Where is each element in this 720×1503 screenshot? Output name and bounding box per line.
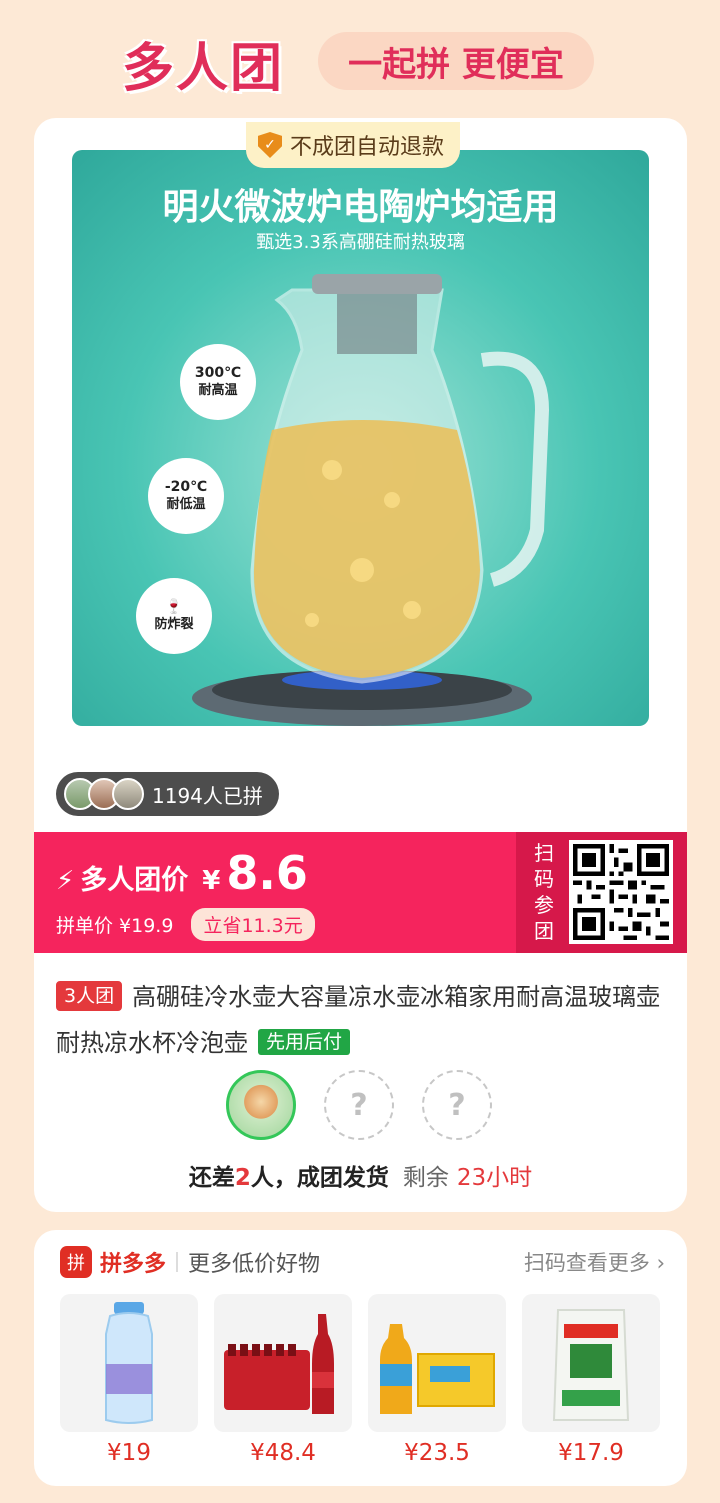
empty-slot[interactable]: ? — [324, 1070, 394, 1140]
product-item-water[interactable]: ¥19 — [60, 1294, 198, 1466]
group-status: 还差2人，成团发货 剩余 23小时 — [34, 1158, 687, 1192]
wineglass-icon: 🍷 — [165, 599, 183, 615]
price-banner: ⚡ 多人团价 ¥ 8.6 拼单价 ¥19.9 立省11.3元 扫码参团 — [34, 832, 687, 953]
divider — [176, 1252, 179, 1272]
group-price-label: 多人团价 — [80, 865, 189, 896]
feature-symbol: -20℃ — [164, 479, 208, 495]
product-price: ¥19 — [107, 1440, 151, 1466]
more-products-card: 拼 拼多多 更多低价好物 扫码查看更多 › ¥19 ¥48.4 ¥23.5 ¥1… — [34, 1230, 687, 1486]
remain-time: 23小时 — [456, 1165, 533, 1191]
lightning-icon: ⚡ — [56, 866, 75, 896]
qr-code-icon[interactable] — [569, 840, 673, 944]
currency-symbol: ¥ — [202, 866, 221, 896]
pay-later-tag: 先用后付 — [258, 1029, 351, 1055]
group-buy-card: ✓ 不成团自动退款 明火微波炉电陶炉均适用 甄选3.3系高硼硅耐热玻璃 300℃… — [34, 118, 687, 1212]
participant-slots: ? ? — [226, 1070, 492, 1140]
product-price: ¥48.4 — [250, 1440, 316, 1466]
product-item-iced-tea[interactable]: ¥23.5 — [368, 1294, 506, 1466]
shield-check-icon: ✓ — [258, 132, 282, 158]
product-list: ¥19 ¥48.4 ¥23.5 ¥17.9 — [60, 1294, 660, 1466]
feature-label: 耐高温 — [198, 383, 238, 398]
feature-shatterproof: 🍷 防炸裂 — [136, 578, 212, 654]
feature-label: 防炸裂 — [154, 617, 194, 632]
feature-cold-resistant: -20℃ 耐低温 — [148, 458, 224, 534]
product-thumbnail — [214, 1294, 352, 1432]
avatar — [112, 778, 144, 810]
feature-heat-resistant: 300℃ 耐高温 — [180, 344, 256, 420]
remain-label: 剩余 — [402, 1165, 449, 1191]
product-item-flour[interactable]: ¥17.9 — [522, 1294, 660, 1466]
brand-logo: 多人团 — [122, 39, 285, 99]
more-header: 拼 拼多多 更多低价好物 扫码查看更多 › — [60, 1244, 665, 1280]
pinduoduo-logo-icon: 拼 — [60, 1246, 92, 1278]
product-price: ¥23.5 — [404, 1440, 470, 1466]
product-thumbnail — [368, 1294, 506, 1432]
feature-symbol: 300℃ — [194, 365, 242, 381]
participant-avatar — [226, 1070, 296, 1140]
group-price: 8.6 — [226, 846, 308, 900]
more-subtitle: 更多低价好物 — [188, 1252, 321, 1277]
product-title[interactable]: 3人团 高硼硅冷水壶大容量凉水壶冰箱家用耐高温玻璃壶耐热凉水杯冷泡壶 先用后付 — [56, 974, 666, 1066]
product-thumbnail — [522, 1294, 660, 1432]
product-title-text: 高硼硅冷水壶大容量凉水壶冰箱家用耐高温玻璃壶耐热凉水杯冷泡壶 — [56, 983, 661, 1057]
joined-count-pill: 1194人已拼 — [56, 772, 279, 816]
product-price: ¥17.9 — [558, 1440, 624, 1466]
status-suffix: 人，成团发货 — [250, 1165, 389, 1191]
page-header: 多人团 一起拼 更便宜 — [0, 0, 720, 118]
feature-label: 耐低温 — [166, 497, 206, 512]
product-item-cola[interactable]: ¥48.4 — [214, 1294, 352, 1466]
product-image[interactable]: 明火微波炉电陶炉均适用 甄选3.3系高硼硅耐热玻璃 300℃ 耐高温 -20℃ … — [72, 150, 649, 726]
pinduoduo-name: 拼多多 — [100, 1252, 167, 1277]
refund-text: 不成团自动退款 — [290, 135, 445, 160]
save-badge: 立省11.3元 — [191, 908, 315, 941]
scan-label: 扫码参团 — [534, 841, 554, 943]
missing-count: 2 — [234, 1165, 251, 1191]
product-thumbnail — [60, 1294, 198, 1432]
joined-text: 1194人已拼 — [152, 783, 263, 808]
refund-badge: ✓ 不成团自动退款 — [246, 122, 461, 168]
single-price: 拼单价 ¥19.9 — [56, 915, 174, 937]
status-prefix: 还差 — [188, 1165, 235, 1191]
group-size-tag: 3人团 — [56, 981, 123, 1011]
slogan-pill: 一起拼 更便宜 — [318, 32, 594, 90]
joined-avatars — [64, 778, 144, 810]
scan-more-link[interactable]: 扫码查看更多 › — [524, 1247, 665, 1277]
empty-slot[interactable]: ? — [422, 1070, 492, 1140]
scan-to-join[interactable]: 扫码参团 — [516, 832, 687, 953]
